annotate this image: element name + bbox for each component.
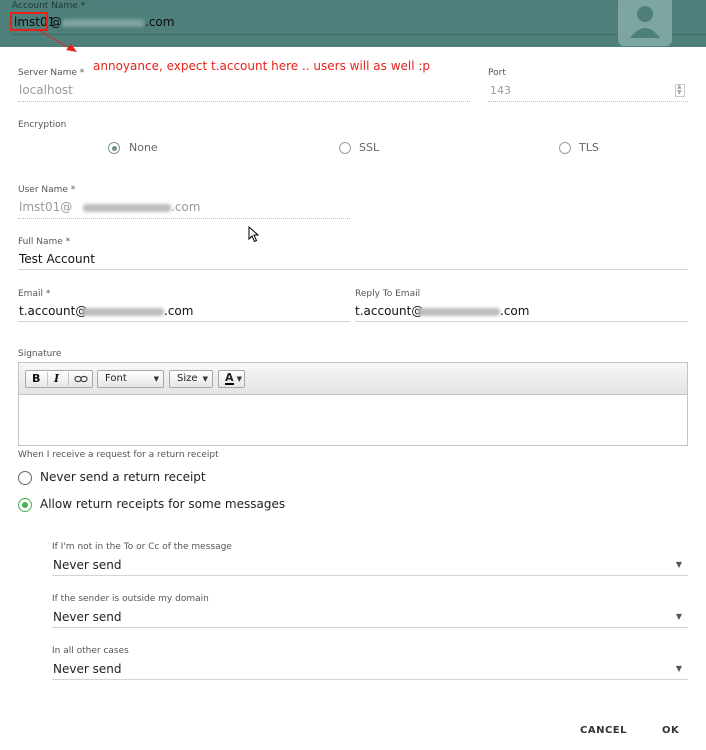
radio-allow-some[interactable] [18,498,32,512]
signature-toolbar: B I Font ▼ Size ▼ A ▼ [19,363,687,395]
signature-text-area[interactable] [19,395,687,445]
port-spinner[interactable]: ▲ ▼ [675,83,685,97]
toolbar-sep-1 [47,372,48,386]
mouse-cursor-icon [248,226,260,243]
full-name-label: Full Name * [18,237,71,247]
rule-3-underline [52,679,688,680]
size-dropdown-label: Size [177,373,198,384]
dropdown-arrow-icon: ▼ [675,560,682,569]
rule-2-underline [52,627,688,628]
server-name-label: Server Name * [18,68,85,78]
reply-suffix: .com [500,304,530,318]
annotation-text: annoyance, expect t.account here .. user… [93,59,431,73]
dropdown-arrow-icon: ▼ [675,664,682,673]
full-name-input[interactable]: Test Account [19,252,95,266]
text-color-icon: A [225,371,234,385]
font-dropdown[interactable]: Font ▼ [97,370,164,388]
text-color-button[interactable]: A ▼ [218,370,245,388]
email-domain-redacted [82,308,164,316]
link-icon[interactable] [74,374,88,384]
receipt-option-never[interactable]: Never send a return receipt [18,470,318,486]
reply-to-email-underline [355,321,688,322]
email-input[interactable]: t.account@ .com [19,304,349,320]
reply-to-email-label: Reply To Email [355,289,421,299]
radio-ssl-label: SSL [359,141,380,154]
rule-outside-domain-value: Never send [53,610,122,624]
radio-never-send-label: Never send a return receipt [40,470,206,484]
chevron-down-icon: ▼ [236,375,242,383]
port-underline [488,101,688,102]
toolbar-sep-2 [68,372,69,386]
signature-editor: B I Font ▼ Size ▼ A ▼ [18,362,688,446]
rule-outside-domain-label: If the sender is outside my domain [52,594,209,604]
port-label: Port [488,68,506,78]
email-prefix: t.account@ [19,304,88,318]
encryption-option-ssl[interactable]: SSL [339,141,399,155]
encryption-option-none[interactable]: None [108,141,168,155]
user-name-underline [18,218,350,219]
server-name-underline [18,101,470,102]
encryption-label: Encryption [18,120,67,130]
user-name-label: User Name * [18,185,76,195]
receipt-option-allow-some[interactable]: Allow return receipts for some messages [18,497,318,513]
chevron-down-icon: ▼ [202,375,208,383]
radio-ssl[interactable] [339,142,351,154]
radio-tls-label: TLS [579,141,599,154]
return-receipt-label: When I receive a request for a return re… [18,450,219,460]
italic-button[interactable]: I [54,372,59,385]
rule-outside-domain-select[interactable]: Never send ▼ [52,608,688,628]
rule-1-underline [52,575,688,576]
cancel-button[interactable]: CANCEL [580,725,627,736]
user-name-prefix: lmst01@ [19,200,73,214]
radio-none[interactable] [108,142,120,154]
reply-domain-redacted [418,308,500,316]
ok-button[interactable]: OK [662,725,679,736]
server-name-input[interactable]: localhost [19,83,73,97]
encryption-option-tls[interactable]: TLS [559,141,619,155]
email-underline [18,321,350,322]
signature-label: Signature [18,349,62,359]
size-dropdown[interactable]: Size ▼ [169,370,213,388]
radio-tls[interactable] [559,142,571,154]
full-name-underline [18,269,688,270]
user-name-suffix: .com [171,200,201,214]
rule-not-in-to-cc-select[interactable]: Never send ▼ [52,556,688,576]
rule-not-in-to-cc-value: Never send [53,558,122,572]
dropdown-arrow-icon: ▼ [675,612,682,621]
bold-button[interactable]: B [32,372,40,385]
email-label: Email * [18,289,51,299]
port-input[interactable]: 143 [490,84,511,97]
user-domain-redacted [83,204,171,212]
user-name-input[interactable]: lmst01@ .com [19,200,349,216]
rule-other-cases-value: Never send [53,662,122,676]
radio-never-send[interactable] [18,471,32,485]
radio-none-label: None [129,141,158,154]
rule-not-in-to-cc-label: If I'm not in the To or Cc of the messag… [52,542,232,552]
rule-other-cases-select[interactable]: Never send ▼ [52,660,688,680]
reply-to-email-input[interactable]: t.account@ .com [355,304,685,320]
spinner-down-icon[interactable]: ▼ [677,89,682,96]
email-suffix: .com [164,304,194,318]
annotation-arrow [39,30,77,52]
radio-allow-some-label: Allow return receipts for some messages [40,497,286,511]
reply-prefix: t.account@ [355,304,424,318]
rule-other-cases-label: In all other cases [52,646,129,656]
font-dropdown-label: Font [105,373,127,384]
chevron-down-icon: ▼ [153,375,159,383]
